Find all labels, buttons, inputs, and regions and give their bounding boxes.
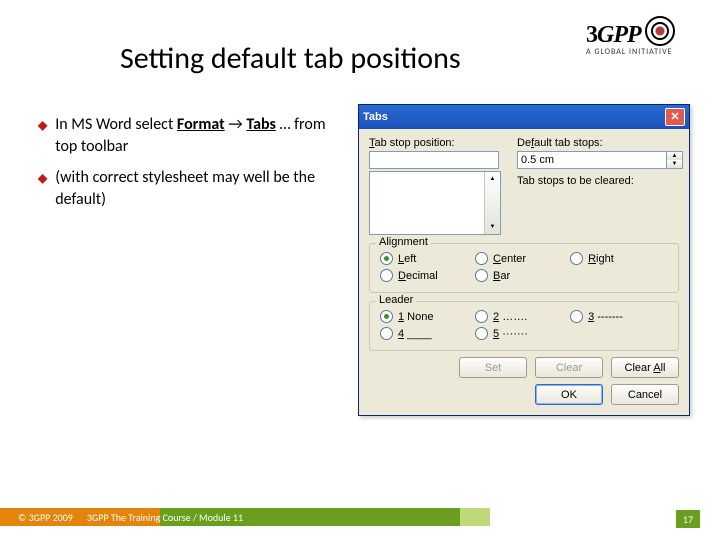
leader-3-radio[interactable]: 3 ------- — [570, 310, 665, 323]
close-icon: ✕ — [670, 112, 679, 123]
close-button[interactable]: ✕ — [665, 108, 685, 126]
leader-5-radio[interactable]: 5 ······· — [475, 327, 570, 340]
logo-tagline: A GLOBAL INITIATIVE — [586, 47, 696, 57]
chevron-up-icon[interactable]: ▲ — [667, 152, 682, 160]
dialog-titlebar[interactable]: Tabs ✕ — [359, 105, 689, 129]
ok-button[interactable]: OK — [535, 384, 603, 405]
tab-stop-label: Tab stop position: — [369, 137, 499, 149]
cancel-button[interactable]: Cancel — [611, 384, 679, 405]
leader-1-radio[interactable]: 1 None — [380, 310, 475, 323]
align-decimal-radio[interactable]: Decimal — [380, 269, 475, 282]
align-left-radio[interactable]: Left — [380, 252, 475, 265]
default-tab-label: Default tab stops: — [517, 137, 683, 149]
set-button[interactable]: Set — [459, 357, 527, 378]
leader-2-radio[interactable]: 2 ……. — [475, 310, 570, 323]
alignment-group: Alignment Left Center Right Decimal Bar — [369, 243, 679, 293]
default-tab-spinner[interactable]: ▲▼ — [517, 151, 683, 169]
align-bar-radio[interactable]: Bar — [475, 269, 570, 282]
slide-title: Setting default tab positions — [120, 40, 461, 77]
dialog-title: Tabs — [363, 111, 388, 123]
clear-all-button[interactable]: Clear All — [611, 357, 679, 378]
footer-copyright: © 3GPP 2009 — [18, 511, 73, 524]
list-item: ◆In MS Word select Format → Tabs … from … — [38, 114, 348, 157]
footer-module: 3GPP The Training Course / Module 11 — [87, 511, 243, 524]
alignment-legend: Alignment — [376, 236, 431, 248]
chevron-down-icon[interactable]: ▼ — [485, 220, 500, 234]
logo-3gpp: 3GPP A GLOBAL INITIATIVE — [586, 12, 696, 62]
bullet-list: ◆In MS Word select Format → Tabs … from … — [38, 114, 348, 220]
cleared-label: Tab stops to be cleared: — [517, 175, 683, 187]
leader-legend: Leader — [376, 294, 416, 306]
tab-stop-input[interactable] — [369, 151, 499, 169]
chevron-down-icon[interactable]: ▼ — [667, 160, 682, 168]
chevron-up-icon[interactable]: ▲ — [485, 172, 500, 186]
tab-stop-list[interactable]: ▲▼ — [369, 171, 501, 235]
scrollbar[interactable]: ▲▼ — [484, 172, 500, 234]
leader-group: Leader 1 None 2 ……. 3 ------- 4 ____ 5 ·… — [369, 301, 679, 351]
page-number: 17 — [676, 510, 700, 528]
clear-button[interactable]: Clear — [535, 357, 603, 378]
leader-4-radio[interactable]: 4 ____ — [380, 327, 475, 340]
tabs-dialog: Tabs ✕ Tab stop position: ▲▼ Default tab… — [358, 104, 690, 416]
align-right-radio[interactable]: Right — [570, 252, 665, 265]
default-tab-input[interactable] — [517, 151, 666, 169]
align-center-radio[interactable]: Center — [475, 252, 570, 265]
bullet-text: (with correct stylesheet may well be the… — [55, 167, 348, 210]
bullet-icon: ◆ — [38, 171, 47, 210]
bullet-icon: ◆ — [38, 118, 47, 157]
globe-icon — [645, 16, 675, 46]
bullet-text: In MS Word select Format → Tabs … from t… — [55, 114, 348, 157]
footer-bar: © 3GPP 2009 3GPP The Training Course / M… — [0, 506, 720, 528]
list-item: ◆(with correct stylesheet may well be th… — [38, 167, 348, 210]
